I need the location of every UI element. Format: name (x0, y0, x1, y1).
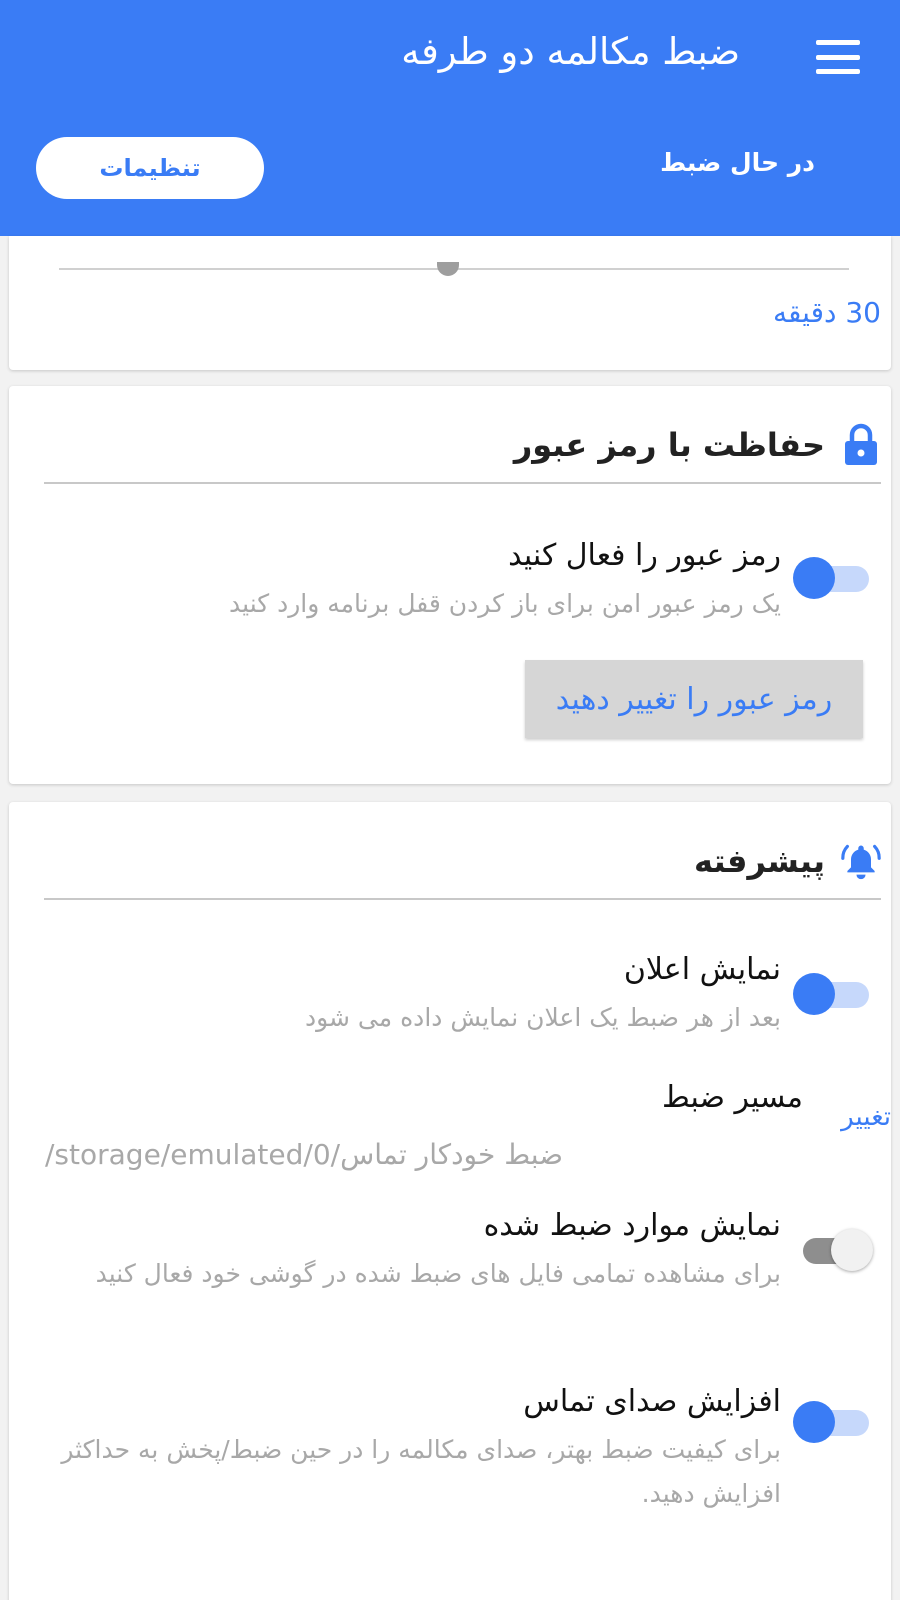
password-section-header: حفاظت با رمز عبور (514, 420, 881, 470)
show-recorded-title: نمایش موارد ضبط شده (483, 1208, 781, 1243)
recording-path-title: مسیر ضبط (662, 1080, 803, 1115)
show-notification-title: نمایش اعلان (623, 952, 781, 987)
show-notification-subtitle: بعد از هر ضبط یک اعلان نمایش داده می شود (304, 1003, 781, 1032)
bell-ringing-icon (841, 844, 881, 880)
enable-password-toggle[interactable] (793, 556, 873, 600)
advanced-section-title: پیشرفته (694, 842, 825, 880)
show-recorded-toggle[interactable] (793, 1228, 873, 1272)
change-path-link[interactable]: تغییر (841, 1102, 891, 1132)
app-title: ضبط مکالمه دو طرفه (401, 30, 740, 73)
boost-volume-subtitle: برای کیفیت ضبط بهتر، صدای مکالمه را در ح… (61, 1435, 781, 1508)
show-notification-toggle[interactable] (793, 972, 873, 1016)
password-section-card: حفاظت با رمز عبور رمز عبور را فعال کنید … (9, 386, 891, 784)
duration-value: 30 دقیقه (772, 296, 881, 329)
recording-path-value: /storage/emulated/0/ضبط خودکار تماس (45, 1138, 564, 1171)
app-bar: ضبط مکالمه دو طرفه در حال ضبط تنظیمات (0, 0, 900, 236)
advanced-section-header: پیشرفته (694, 836, 881, 886)
password-section-title: حفاظت با رمز عبور (513, 426, 825, 464)
duration-slider-thumb[interactable] (437, 262, 459, 276)
tab-settings[interactable]: تنظیمات (36, 137, 264, 199)
hamburger-menu-icon[interactable] (816, 40, 860, 74)
tab-recording[interactable]: در حال ضبط (660, 148, 815, 177)
duration-card: 30 دقیقه (9, 236, 891, 370)
boost-volume-title: افزایش صدای تماس (523, 1384, 781, 1419)
change-password-button[interactable]: رمز عبور را تغییر دهید (525, 660, 863, 738)
enable-password-subtitle: یک رمز عبور امن برای باز کردن قفل برنامه… (229, 589, 781, 618)
advanced-section-divider (44, 898, 881, 900)
lock-icon (845, 423, 877, 465)
show-recorded-subtitle: برای مشاهده تمامی فایل های ضبط شده در گو… (95, 1259, 781, 1288)
password-section-divider (44, 482, 881, 484)
boost-volume-toggle[interactable] (793, 1400, 873, 1444)
advanced-section-card: پیشرفته نمایش اعلان بعد از هر ضبط یک اعل… (9, 802, 891, 1600)
enable-password-title: رمز عبور را فعال کنید (508, 538, 781, 573)
